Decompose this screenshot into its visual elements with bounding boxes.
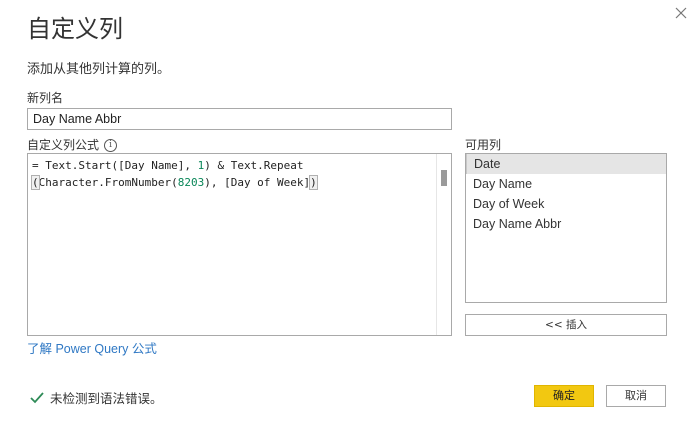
bracket-match-open: (: [31, 175, 40, 190]
syntax-status: 未检测到语法错误。: [30, 388, 163, 407]
bracket-match-close: ): [309, 175, 318, 190]
column-item-day-name[interactable]: Day Name: [466, 174, 666, 194]
ok-button[interactable]: 确定: [534, 385, 594, 407]
column-item-day-of-week[interactable]: Day of Week: [466, 194, 666, 214]
syntax-status-text: 未检测到语法错误。: [50, 391, 163, 406]
available-columns-label: 可用列: [465, 138, 502, 152]
learn-power-query-link[interactable]: 了解 Power Query 公式: [27, 338, 157, 357]
new-column-name-label: 新列名: [27, 91, 64, 105]
column-item-date[interactable]: Date: [466, 154, 666, 174]
custom-formula-label: 自定义列公式: [27, 138, 100, 152]
formula-scrollbar[interactable]: [436, 154, 451, 335]
check-icon: [30, 391, 44, 403]
close-icon: [675, 7, 687, 19]
dialog-title: 自定义列: [27, 15, 123, 43]
close-button[interactable]: [672, 4, 690, 22]
dialog-subtitle: 添加从其他列计算的列。: [27, 62, 171, 77]
custom-column-dialog: 自定义列 添加从其他列计算的列。 新列名 自定义列公式 i = Text.Sta…: [0, 0, 695, 434]
insert-button[interactable]: << 插入: [465, 314, 667, 336]
formula-code[interactable]: = Text.Start([Day Name], 1) & Text.Repea…: [31, 157, 318, 191]
custom-formula-label-row: 自定义列公式 i: [27, 137, 118, 153]
new-column-name-input[interactable]: [27, 108, 452, 130]
custom-formula-editor[interactable]: = Text.Start([Day Name], 1) & Text.Repea…: [27, 153, 452, 336]
info-icon[interactable]: i: [104, 138, 118, 152]
cancel-button[interactable]: 取消: [606, 385, 666, 407]
formula-line-1: = Text.Start([Day Name], 1) & Text.Repea…: [32, 159, 304, 172]
scrollbar-thumb[interactable]: [441, 170, 447, 186]
available-columns-list[interactable]: Date Day Name Day of Week Day Name Abbr: [465, 153, 667, 303]
column-item-day-name-abbr[interactable]: Day Name Abbr: [466, 214, 666, 234]
formula-line-2: (Character.FromNumber(8203), [Day of Wee…: [31, 175, 318, 190]
number-literal: 8203: [177, 176, 205, 189]
